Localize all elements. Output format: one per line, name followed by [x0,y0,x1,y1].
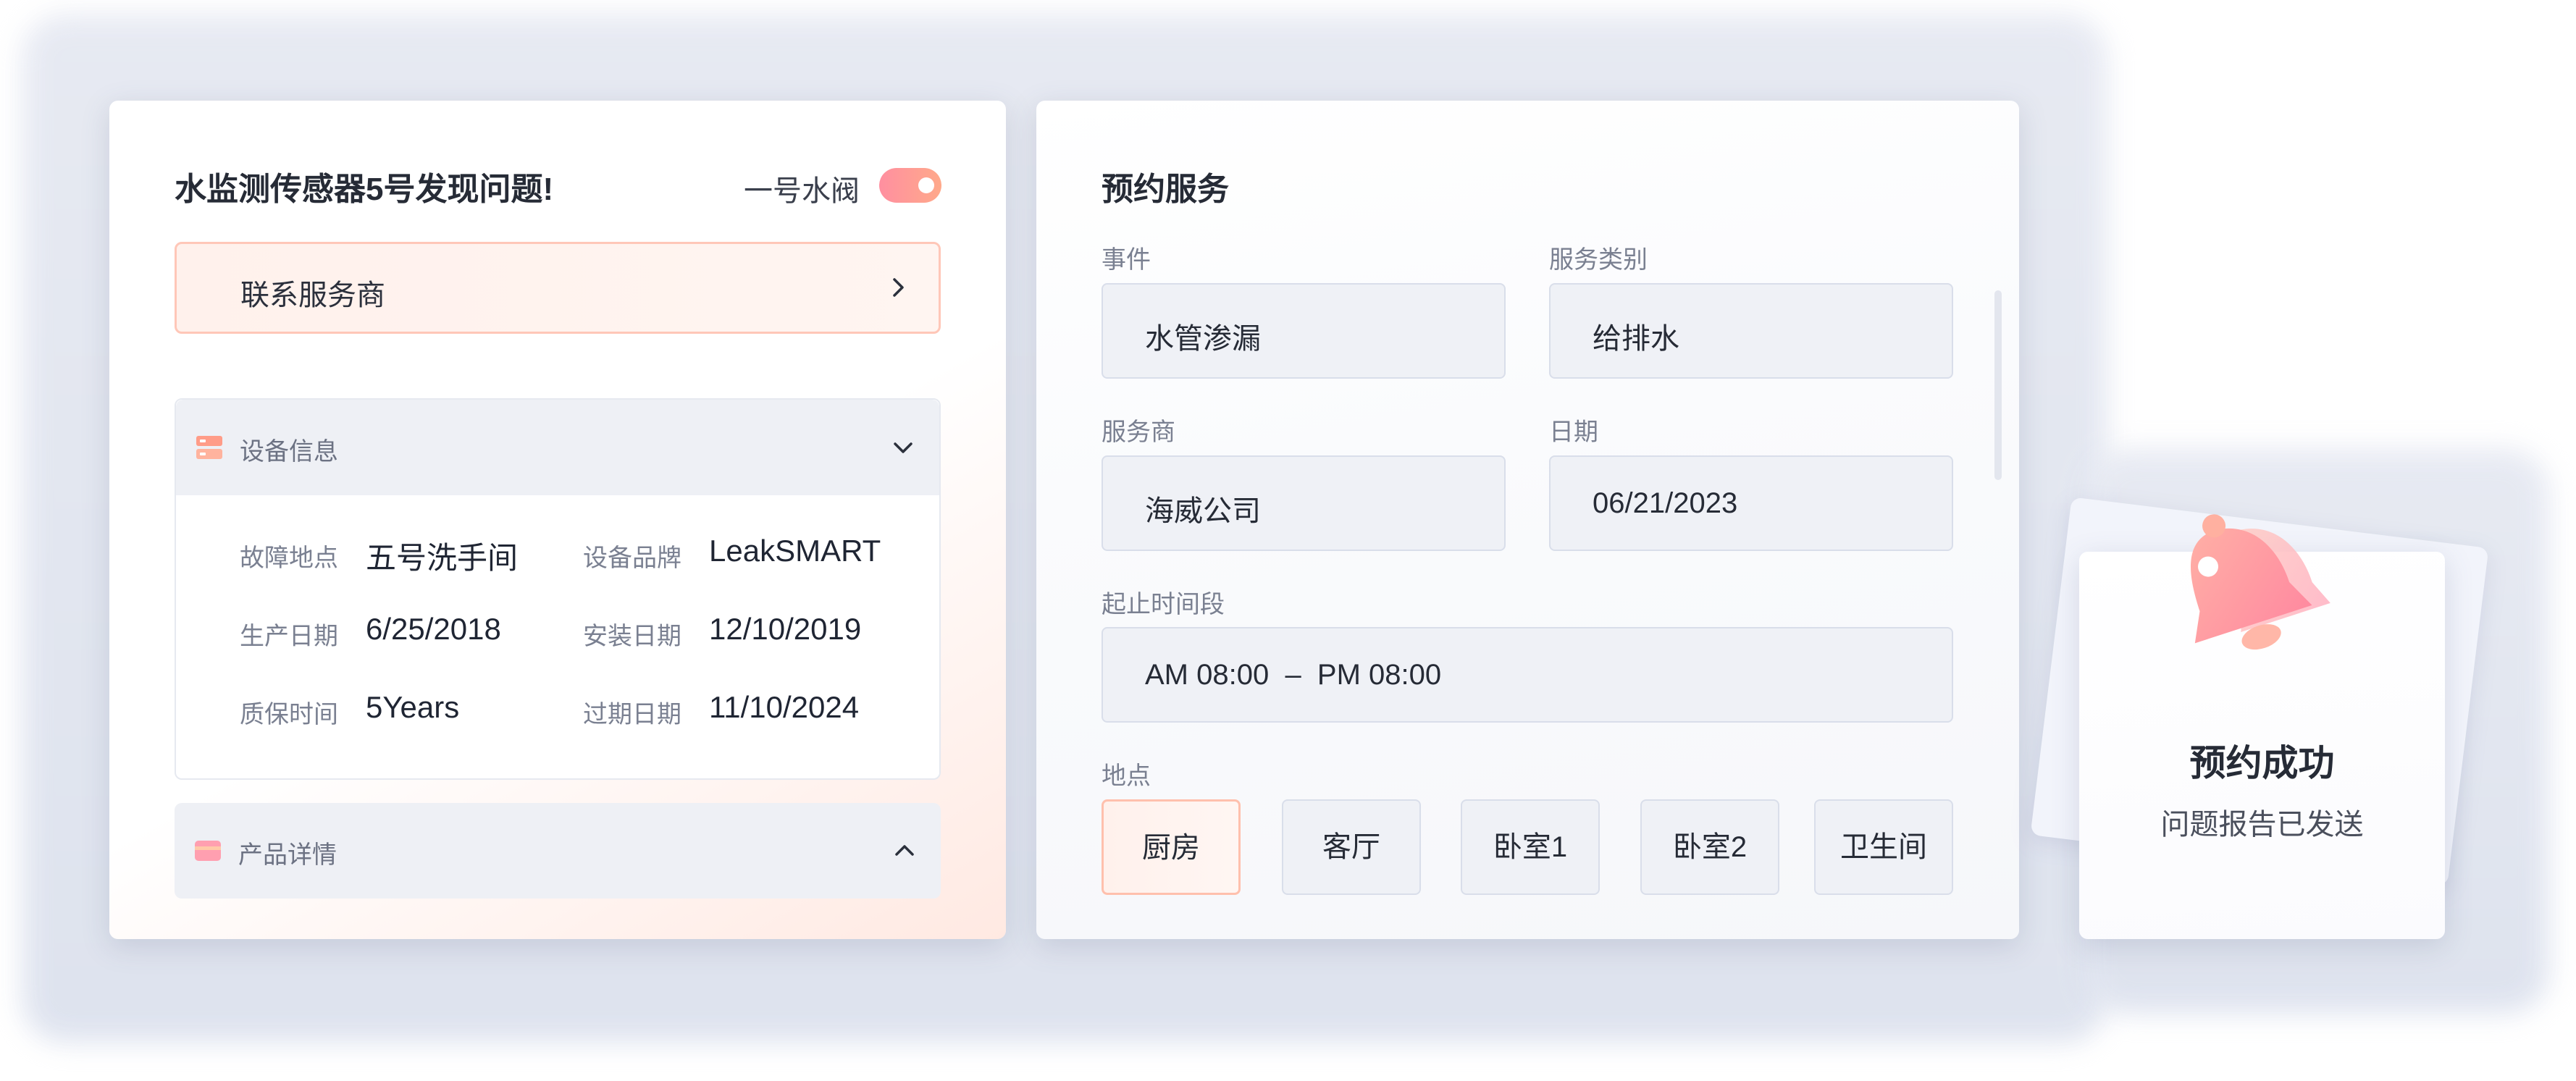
time-range-field[interactable]: AM 08:00 – PM 08:00 [1102,627,1953,723]
info-key: 安装日期 [583,623,681,650]
info-value: LeakSMART [709,534,881,568]
product-details-header[interactable]: 产品详情 [175,803,941,899]
alert-title: 水监测传感器5号发现问题! [175,172,554,207]
info-value: 11/10/2024 [709,690,860,724]
bell-icon [2191,514,2330,650]
info-key: 故障地点 [240,544,338,572]
location-chip-kitchen[interactable]: 厨房 [1102,799,1241,895]
booking-title: 预约服务 [1102,172,1229,207]
valve-label: 一号水阀 [744,175,860,207]
product-details-title: 产品详情 [238,841,337,869]
sensor-alert-card: 水监测传感器5号发现问题! 一号水阀 联系服务商 设备信息 故障地点 五号洗手间… [109,101,1006,939]
category-value: 给排水 [1593,323,1679,355]
device-info-panel: 设备信息 故障地点 五号洗手间 设备品牌 LeakSMART 生产日期 6/25… [175,398,941,780]
info-value: 12/10/2019 [709,612,862,646]
provider-label: 服务商 [1102,418,1175,446]
event-value: 水管渗漏 [1145,323,1261,355]
card-icon [195,841,221,861]
chip-label: 厨房 [1142,832,1200,864]
time-range-value: AM 08:00 – PM 08:00 [1145,659,1442,691]
info-key: 生产日期 [240,623,338,650]
info-value: 5Years [366,690,460,724]
device-info-header[interactable]: 设备信息 [176,400,939,495]
date-value: 06/21/2023 [1593,487,1738,519]
form-scrollbar[interactable] [1994,290,2002,480]
chip-label: 卧室2 [1672,831,1748,863]
provider-field[interactable]: 海威公司 [1102,455,1506,551]
location-chip-bedroom-1[interactable]: 卧室1 [1461,799,1600,895]
location-label: 地点 [1102,762,1151,790]
chevron-up-icon [895,845,914,856]
info-key: 过期日期 [583,701,681,728]
success-title: 预约成功 [2189,743,2335,783]
category-label: 服务类别 [1549,246,1648,274]
event-label: 事件 [1102,246,1151,274]
location-chip-bathroom[interactable]: 卫生间 [1814,799,1953,895]
chip-label: 卫生间 [1840,831,1927,863]
chevron-right-icon [893,278,904,297]
success-subtitle: 问题报告已发送 [2160,809,2364,841]
category-field[interactable]: 给排水 [1549,283,1953,379]
info-value: 五号洗手间 [366,541,519,575]
location-chip-bedroom-2[interactable]: 卧室2 [1640,799,1779,895]
valve-toggle[interactable] [879,168,941,203]
time-range-label: 起止时间段 [1102,591,1225,618]
contact-provider-button[interactable]: 联系服务商 [175,242,941,334]
contact-provider-label: 联系服务商 [240,279,385,311]
date-field[interactable]: 06/21/2023 [1549,455,1953,551]
chip-label: 卧室1 [1493,831,1568,863]
booking-form-card: 预约服务 事件 水管渗漏 服务类别 给排水 服务商 海威公司 日期 06/21/… [1036,101,2019,939]
toggle-knob [918,177,934,193]
info-key: 质保时间 [240,701,338,728]
location-chip-living-room[interactable]: 客厅 [1282,799,1421,895]
device-info-title: 设备信息 [240,438,338,466]
chip-label: 客厅 [1322,831,1380,863]
chevron-down-icon [894,442,912,453]
date-label: 日期 [1549,418,1598,446]
server-icon [196,436,222,459]
info-value: 6/25/2018 [366,612,501,646]
event-field[interactable]: 水管渗漏 [1102,283,1506,379]
provider-value: 海威公司 [1145,495,1261,527]
info-key: 设备品牌 [583,544,681,572]
